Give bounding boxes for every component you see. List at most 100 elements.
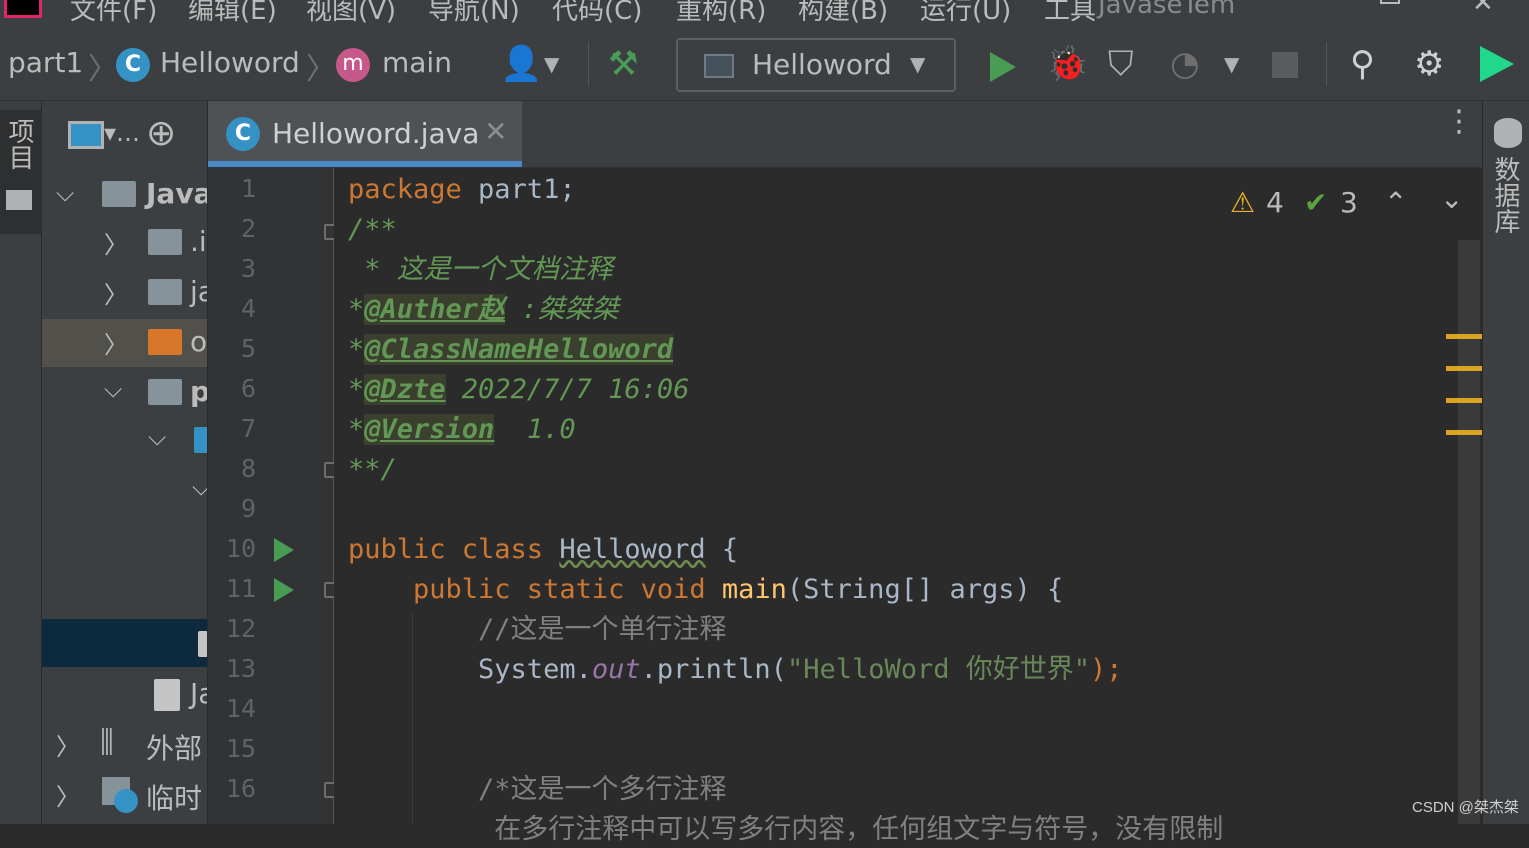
line-number: 14 (225, 694, 256, 723)
toolbar-divider (588, 42, 589, 86)
warning-icon[interactable]: ⚠ (1230, 186, 1255, 219)
project-tool-tab-label: 项目 (4, 118, 34, 170)
database-tool-tab-label[interactable]: 数据库 (1490, 156, 1520, 234)
menu-view[interactable]: 视图(V) (306, 0, 396, 27)
chevron-right-icon[interactable]: 〉 (104, 275, 128, 310)
warning-stripe-marker[interactable] (1446, 334, 1482, 339)
chevron-down-icon[interactable]: ⌵ (148, 423, 166, 451)
chevron-down-icon[interactable]: ⌵ (56, 179, 74, 207)
debug-bug-icon[interactable]: 🐞 (1046, 44, 1088, 84)
run-method-gutter-icon[interactable] (274, 578, 294, 602)
stop-icon[interactable] (1272, 52, 1298, 78)
line-number: 2 (240, 214, 256, 243)
breadcrumb-method[interactable]: main (382, 46, 452, 79)
code-line-6: *@Dzte 2022/7/7 16:06 (348, 374, 690, 405)
tree-row-src[interactable]: ⌵ (42, 417, 207, 465)
chevron-right-icon[interactable]: 〉 (56, 777, 80, 812)
warning-count[interactable]: 4 (1266, 186, 1284, 219)
run-icon[interactable] (990, 52, 1016, 82)
breadcrumb-class[interactable]: Helloword (160, 46, 300, 79)
tree-row-folder[interactable]: 〉 ja (42, 269, 207, 317)
tree-row-selected-class[interactable] (42, 619, 207, 667)
line-number: 15 (225, 734, 256, 763)
menu-edit[interactable]: 编辑(E) (188, 0, 277, 27)
chevron-right-icon[interactable]: 〉 (104, 225, 128, 260)
application-window-icon (704, 54, 734, 78)
search-icon[interactable]: ⚲ (1350, 44, 1375, 84)
tab-helloword-java[interactable]: C Helloword.java ✕ (208, 101, 522, 167)
library-icon: ⫼ (100, 725, 114, 760)
chevron-down-icon[interactable]: ⌵ (104, 375, 122, 403)
menu-navigate[interactable]: 导航(N) (428, 0, 520, 27)
menu-code[interactable]: 代码(C) (552, 0, 642, 27)
source-folder-icon (194, 427, 207, 453)
window-restore-icon[interactable] (1380, 0, 1400, 4)
warning-stripe-marker[interactable] (1446, 430, 1482, 435)
database-icon[interactable] (1494, 118, 1522, 148)
tree-row-external-libraries[interactable]: 〉 ⫼ 外部 (42, 721, 207, 769)
folder-icon (6, 190, 32, 210)
weak-warning-count[interactable]: 3 (1340, 186, 1358, 219)
chevron-right-icon[interactable]: 〉 (104, 325, 128, 360)
previous-highlight-icon[interactable]: ⌃ (1384, 186, 1407, 219)
run-with-coverage-icon[interactable]: ⛉ (1108, 44, 1134, 84)
gear-icon[interactable]: ⚙ (1414, 44, 1444, 84)
line-number: 12 (225, 614, 256, 643)
chevron-down-icon[interactable]: ⌵ (192, 473, 207, 501)
tree-row-scratches[interactable]: 〉 临时 (42, 771, 207, 819)
tree-row-iml[interactable]: Ja (42, 671, 207, 719)
folder-icon (148, 229, 182, 255)
code-line-11: public static void main(String[] args) { (348, 574, 1064, 605)
tree-row-package[interactable]: ⌵ p (42, 369, 207, 417)
code-line-5: *@ClassNameHelloword (348, 334, 674, 365)
project-view-icon[interactable] (68, 121, 104, 149)
line-number: 5 (240, 334, 256, 363)
window-close-icon[interactable]: ✕ (1472, 0, 1494, 18)
menu-tools[interactable]: 工具 (1044, 0, 1096, 27)
tree-row-subpackage[interactable]: ⌵ (42, 467, 207, 515)
code-line-13: System.out.println("HelloWord 你好世界"); (348, 654, 1123, 685)
run-configuration-select[interactable]: Helloword ▼ (676, 38, 956, 92)
java-class-icon: C (226, 117, 260, 151)
editor-scrollbar[interactable] (1458, 240, 1480, 824)
build-hammer-icon[interactable]: ⚒ (608, 44, 638, 84)
weak-warning-check-icon[interactable]: ✔ (1304, 186, 1327, 219)
run-class-gutter-icon[interactable] (274, 538, 294, 562)
code-line-4: *@Auther赵 :桀桀桀 (348, 294, 619, 325)
line-number: 7 (240, 414, 256, 443)
code-line-1: package part1; (348, 174, 576, 205)
code-line-16: /*这是一个多行注释 (348, 774, 727, 805)
line-number: 11 (225, 574, 256, 603)
more-options-icon[interactable]: ▾… (104, 119, 140, 147)
chevron-down-icon[interactable]: ▼ (544, 44, 559, 84)
menu-run[interactable]: 运行(U) (920, 0, 1011, 27)
tree-row-out[interactable]: 〉 o (42, 319, 207, 367)
next-highlight-icon[interactable]: ⌄ (1440, 182, 1463, 215)
chevron-down-icon: ▼ (910, 52, 926, 76)
line-number: 8 (240, 454, 256, 483)
code-line-2: /** (348, 214, 397, 245)
close-tab-icon[interactable]: ✕ (484, 115, 507, 148)
menu-file[interactable]: 文件(F) (70, 0, 157, 27)
menu-bar: 文件(F) 编辑(E) 视图(V) 导航(N) 代码(C) 重构(R) 构建(B… (0, 0, 1529, 30)
code-line-8: **/ (348, 454, 397, 485)
menu-build[interactable]: 构建(B) (798, 0, 888, 27)
line-number: 3 (240, 254, 256, 283)
breadcrumb-project[interactable]: part1 (8, 46, 83, 79)
warning-stripe-marker[interactable] (1446, 398, 1482, 403)
code-with-me-icon[interactable] (1480, 46, 1514, 82)
module-folder-icon (148, 379, 182, 405)
profiler-icon[interactable]: ◔ (1170, 44, 1200, 84)
chevron-down-icon[interactable]: ▼ (1224, 44, 1239, 84)
breadcrumb-separator-icon: 〉 (306, 52, 336, 87)
locate-crosshair-icon[interactable]: ⊕ (146, 113, 176, 154)
tree-row-idea[interactable]: 〉 .i (42, 219, 207, 267)
chevron-right-icon[interactable]: 〉 (56, 727, 80, 762)
tab-actions-more-icon[interactable]: ⋮ (1444, 107, 1474, 137)
tree-row-project-root[interactable]: ⌵ Java (42, 171, 207, 219)
user-vcs-icon[interactable]: 👤 (500, 44, 542, 84)
java-class-icon: C (116, 48, 150, 82)
line-number: 13 (225, 654, 256, 683)
menu-refactor[interactable]: 重构(R) (676, 0, 766, 27)
warning-stripe-marker[interactable] (1446, 366, 1482, 371)
